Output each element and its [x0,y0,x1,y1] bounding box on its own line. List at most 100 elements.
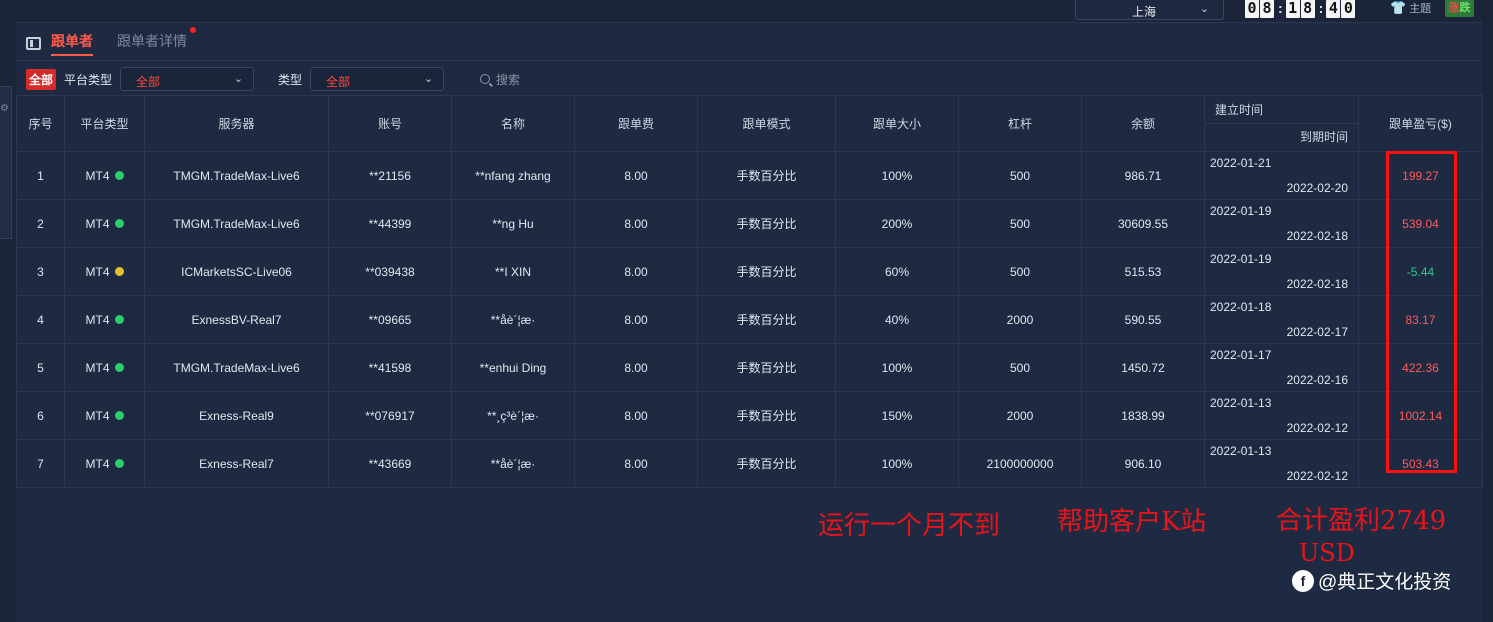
dates-wrap: 2022-01-21 2022-02-20 [1205,152,1358,199]
tab-follower-details-label: 跟单者详情 [117,32,187,49]
status-dot-icon [114,363,124,372]
top-bar: 上海 ⌄ 08 : 18 : 40 👕 主题 涨跌 [0,0,1493,22]
rise-label: 涨 [1448,2,1460,14]
platform-label: MT4 [85,360,110,375]
status-dot-icon [114,315,124,324]
status-dot-icon [114,411,124,420]
cell-dates: 2022-01-19 2022-02-18 [1204,247,1359,296]
cell-dates: 2022-01-21 2022-02-20 [1204,151,1359,200]
annotation-text: 运行一个月不到 [818,511,1001,541]
cell-size: 200% [835,199,959,248]
platform-label: MT4 [85,408,110,423]
cell-leverage: 2000 [958,391,1082,440]
header-fee: 跟单费 [574,95,698,152]
tab-bar: 跟单者 跟单者详情 [26,26,211,56]
cell-name: **enhui Ding [451,343,575,392]
cell-balance: 906.10 [1081,439,1205,488]
cell-fee: 8.00 [574,391,698,440]
header-pnl: 跟单盈亏($) [1358,95,1483,152]
tab-followers[interactable]: 跟单者 [51,31,93,56]
header-platform: 平台类型 [64,95,145,152]
cell-seq: 5 [16,343,65,392]
cell-mode: 手数百分比 [697,439,836,488]
type-value: 全部 [326,75,351,89]
header-created: 建立时间 [1205,96,1358,124]
status-dot-icon [114,267,124,276]
cell-name: **ng Hu [451,199,575,248]
cell-account: **09665 [328,295,452,344]
cell-balance: 515.53 [1081,247,1205,296]
dates-wrap: 2022-01-18 2022-02-17 [1205,296,1358,343]
clock-digit: 0 [1245,0,1259,18]
header-expiry: 到期时间 [1299,130,1348,144]
cell-dates: 2022-01-13 2022-02-12 [1204,391,1359,440]
table-row[interactable]: 4 MT4 ExnessBV-Real7 **09665 **åè´¦æ· 8.00 手数百… [16,295,1483,344]
cell-size: 40% [835,295,959,344]
all-filter-button[interactable]: 全部 [26,68,57,90]
tab-follower-details[interactable]: 跟单者详情 [117,26,196,56]
cell-account: **039438 [328,247,452,296]
cell-platform: MT4 [64,199,145,248]
table-row[interactable]: 2 MT4 TMGM.TradeMax-Live6 **44399 **ng Hu 8.0… [16,199,1483,248]
platform-wrap: MT4 [86,457,124,471]
search-icon [480,74,491,84]
platform-wrap: MT4 [86,361,124,375]
cell-server: TMGM.TradeMax-Live6 [144,343,329,392]
cell-size: 60% [835,247,959,296]
cell-seq: 2 [16,199,65,248]
header-server: 服务器 [144,95,329,152]
platform-wrap: MT4 [86,217,124,231]
table-row[interactable]: 6 MT4 Exness-Real9 **076917 **¸ç³è´¦æ· 8.00 手数… [16,391,1483,440]
city-select-value: 上海 [1132,5,1157,19]
platform-wrap: MT4 [86,313,124,327]
filter-bar: 全部 平台类型 全部 ⌄ 类型 全部 ⌄ 搜索 [26,67,520,91]
expiry-date: 2022-02-18 [1286,277,1348,291]
gear-icon: ⚙ [0,103,9,114]
cell-platform: MT4 [64,439,145,488]
created-date: 2022-01-18 [1210,300,1272,314]
table-row[interactable]: 7 MT4 Exness-Real7 **43669 **åè´¦æ· 8.00 手数百分比… [16,439,1483,488]
cell-mode: 手数百分比 [697,343,836,392]
cell-name: **åè´¦æ· [451,439,575,488]
theme-button[interactable]: 👕 主题 [1390,0,1431,16]
table-row[interactable]: 3 MT4 ICMarketsSC-Live06 **039438 **I XIN 8.0… [16,247,1483,296]
cell-leverage: 500 [958,343,1082,392]
cell-mode: 手数百分比 [697,247,836,296]
header-leverage: 杠杆 [958,95,1082,152]
table-row[interactable]: 5 MT4 TMGM.TradeMax-Live6 **41598 **enhui Di… [16,343,1483,392]
dates-wrap: 2022-01-17 2022-02-16 [1205,344,1358,391]
city-select[interactable]: 上海 ⌄ [1075,0,1224,20]
clock: 08 : 18 : 40 [1245,0,1356,19]
cell-fee: 8.00 [574,439,698,488]
annotation-text: 帮助客户K站 [1057,507,1207,537]
dates-wrap: 2022-01-13 2022-02-12 [1205,392,1358,439]
side-collapse-handle[interactable]: ⚙ [0,86,12,239]
chevron-down-icon: ⌄ [233,73,244,85]
cell-balance: 1838.99 [1081,391,1205,440]
cell-pnl: 422.36 [1358,343,1483,392]
clock-digit: 4 [1326,0,1341,18]
search-input[interactable]: 搜索 [480,71,520,88]
clock-separator: : [1318,0,1324,16]
panel-toggle-icon[interactable] [26,36,41,50]
platform-type-select[interactable]: 全部 ⌄ [120,67,255,91]
cell-seq: 4 [16,295,65,344]
status-dot-icon [114,219,124,228]
cell-server: ExnessBV-Real7 [144,295,329,344]
header-account: 账号 [328,95,452,152]
cell-pnl: 503.43 [1358,439,1483,488]
header-name: 名称 [451,95,575,152]
rise-fall-toggle[interactable]: 涨跌 [1445,0,1474,17]
table-row[interactable]: 1 MT4 TMGM.TradeMax-Live6 **21156 **nfang zh… [16,151,1483,200]
cell-account: **076917 [328,391,452,440]
platform-wrap: MT4 [86,265,124,279]
shirt-icon: 👕 [1390,0,1407,15]
cell-name: **I XIN [451,247,575,296]
cell-seq: 6 [16,391,65,440]
cell-pnl: 199.27 [1358,151,1483,200]
brand-logo-icon: f [1292,569,1314,592]
cell-name: **¸ç³è´¦æ· [451,391,575,440]
cell-server: ICMarketsSC-Live06 [144,247,329,296]
cell-mode: 手数百分比 [697,151,836,200]
type-select[interactable]: 全部 ⌄ [310,67,445,91]
